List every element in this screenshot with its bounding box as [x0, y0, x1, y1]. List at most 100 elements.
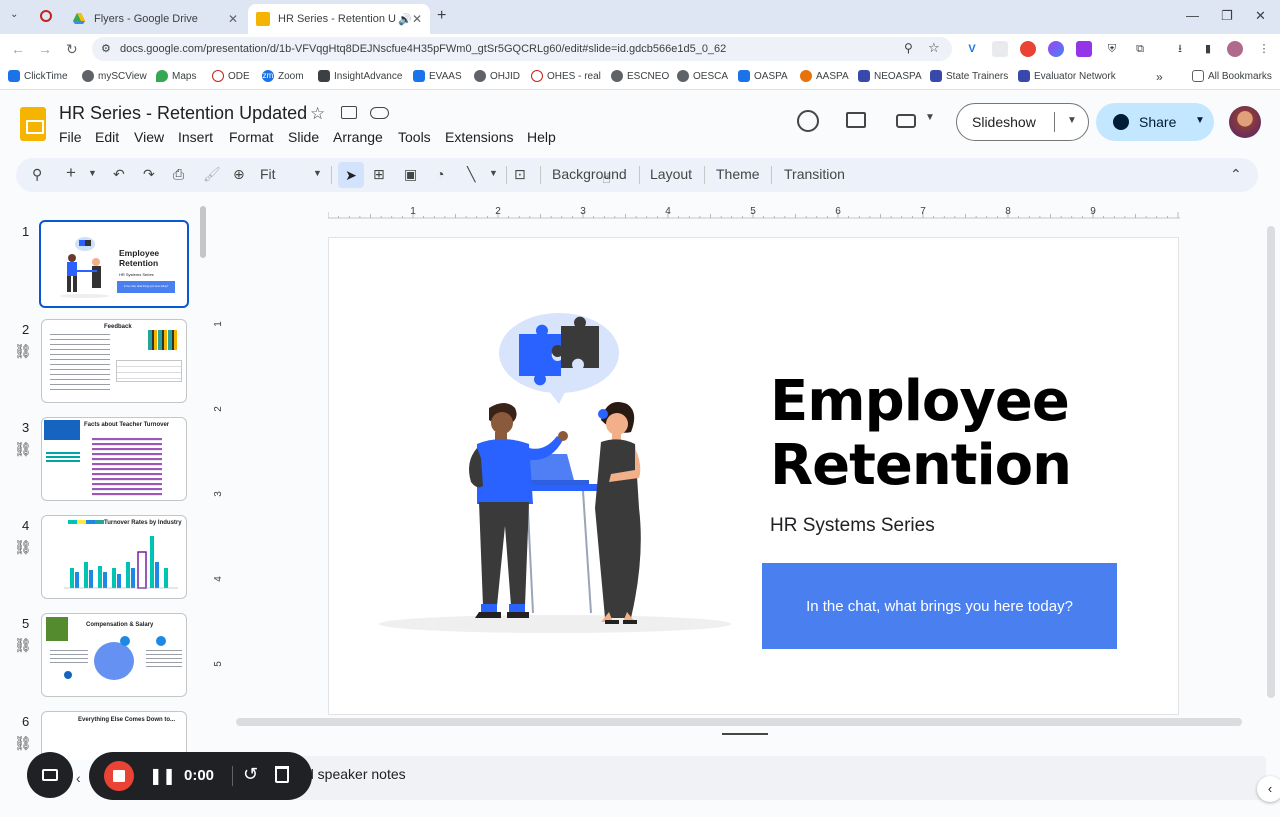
redo-icon[interactable]: ↷ [143, 166, 155, 183]
notes-resize-handle[interactable] [722, 733, 768, 735]
zoom-icon[interactable]: ⊕ [233, 166, 245, 183]
bookmark-zoom[interactable]: zm Zoom [262, 70, 304, 82]
meet-camera-icon[interactable] [896, 114, 916, 128]
version-history-icon[interactable] [797, 110, 819, 132]
slides-logo-icon[interactable] [20, 107, 46, 141]
tab-search-chevron-icon[interactable]: ⌄ [10, 9, 18, 20]
bookmark-ode[interactable]: ODE [212, 70, 250, 82]
download-icon[interactable]: ⭳ [1172, 41, 1188, 57]
line-dropdown-icon[interactable]: ▼ [489, 168, 498, 178]
bookmark-myscview[interactable]: mySCView [82, 70, 147, 82]
bookmark-escneo[interactable]: ESCNEO [611, 70, 669, 82]
slide-thumbnail-5[interactable]: Compensation & Salary [41, 613, 187, 697]
insert-image-icon[interactable]: ▣ [404, 166, 417, 183]
minimize-icon[interactable]: — [1186, 8, 1199, 23]
search-menus-icon[interactable]: ⚲ [32, 166, 42, 183]
slide-subtitle[interactable]: HR Systems Series [770, 515, 935, 537]
bookmark-insightadvance[interactable]: InsightAdvance [318, 70, 402, 82]
more-bookmarks-icon[interactable]: » [1156, 70, 1163, 84]
zoom-icon[interactable]: ⚲ [904, 41, 913, 55]
menu-extensions[interactable]: Extensions [445, 129, 513, 145]
bookmark-evaas[interactable]: EVAAS [413, 70, 462, 82]
menu-help[interactable]: Help [527, 129, 556, 145]
side-panel-toggle-icon[interactable]: ‹ [1257, 776, 1280, 802]
menu-insert[interactable]: Insert [178, 129, 213, 145]
back-arrow-icon[interactable]: ← [11, 41, 25, 57]
speaker-notes-area[interactable]: d speaker notes [226, 756, 1266, 800]
side-panel-icon[interactable]: ▮ [1200, 41, 1216, 57]
url-input[interactable]: ⚙ docs.google.com/presentation/d/1b-VFVq… [92, 37, 952, 61]
bookmark-clicktime[interactable]: ClickTime [8, 70, 68, 82]
theme-button[interactable]: Theme [716, 166, 760, 182]
print-icon[interactable]: ⎙ [173, 166, 184, 183]
tab-flyers-google-drive[interactable]: Flyers - Google Drive ✕ [64, 4, 246, 34]
horizontal-scrollbar[interactable] [236, 718, 1242, 726]
slide-canvas[interactable]: Employee Retention HR Systems Series In … [329, 238, 1178, 714]
menu-view[interactable]: View [134, 129, 164, 145]
linked-slide-icon[interactable]: ⛓ [14, 441, 32, 458]
share-dropdown-icon[interactable]: ▼ [1195, 115, 1205, 126]
profile-avatar-icon[interactable] [1227, 41, 1243, 57]
slideshow-button[interactable]: Slideshow ▼ [956, 103, 1089, 141]
recorder-collapse-icon[interactable]: ‹ [76, 770, 81, 786]
extension-red-icon[interactable] [1020, 41, 1036, 57]
zoom-dropdown-icon[interactable]: ▼ [313, 168, 322, 178]
vertical-scrollbar[interactable] [1267, 226, 1275, 698]
all-bookmarks[interactable]: All Bookmarks [1192, 70, 1272, 82]
extension-purple-icon[interactable] [1076, 41, 1092, 57]
shape-icon[interactable]: ◔ [436, 166, 444, 182]
new-tab-icon[interactable]: + [437, 7, 446, 25]
add-comment-icon[interactable]: ⊡ [514, 166, 526, 183]
linked-slide-icon[interactable]: ⛓ [14, 637, 32, 654]
bookmark-evaluator-network[interactable]: Evaluator Network [1018, 70, 1116, 82]
bookmark-ohjid[interactable]: OHJID [474, 70, 520, 82]
recorder-camera-button[interactable] [27, 752, 73, 798]
paint-format-icon[interactable]: 🖌 [203, 166, 221, 183]
audio-playing-icon[interactable]: 🔊 [398, 13, 412, 26]
bookmark-ohes-real[interactable]: OHES - real [531, 70, 601, 82]
vertical-ruler[interactable]: 1 2 3 4 5 [210, 238, 226, 714]
delete-trash-icon[interactable] [275, 766, 289, 783]
bookmark-aaspa[interactable]: AASPA [800, 70, 849, 82]
linked-slide-icon[interactable]: ⛓ [14, 343, 32, 360]
bookmark-oesca[interactable]: OESCA [677, 70, 728, 82]
undo-icon[interactable]: ↶ [113, 166, 125, 183]
horizontal-ruler[interactable]: 1 2 3 4 5 6 7 8 9 [328, 204, 1180, 220]
recording-indicator-icon[interactable] [40, 10, 52, 22]
menu-slide[interactable]: Slide [288, 129, 319, 145]
close-tab-icon[interactable]: ✕ [228, 12, 238, 26]
extension-shield-icon[interactable]: ⛨ [1104, 41, 1120, 57]
new-slide-dropdown-icon[interactable]: ▼ [88, 168, 97, 178]
slide-thumbnail-4[interactable]: Turnover Rates by Industry [41, 515, 187, 599]
extension-color-icon[interactable] [1048, 41, 1064, 57]
comments-icon[interactable] [846, 112, 866, 128]
menu-file[interactable]: File [59, 129, 82, 145]
linked-slide-icon[interactable]: ⛓ [14, 735, 32, 752]
transition-button[interactable]: Transition [784, 166, 845, 182]
layout-button[interactable]: Layout [650, 166, 692, 182]
collapse-toolbar-icon[interactable]: ⌃ [1230, 166, 1242, 183]
move-folder-icon[interactable] [341, 106, 357, 119]
zoom-select[interactable]: Fit [260, 166, 276, 182]
bookmark-oaspa[interactable]: OASPA [738, 70, 788, 82]
share-button[interactable]: Share ▼ [1096, 103, 1214, 141]
account-avatar[interactable] [1229, 106, 1261, 138]
stop-recording-button[interactable] [104, 761, 134, 791]
filmstrip-scrollbar[interactable] [200, 206, 206, 258]
slide-thumbnail-2[interactable]: Feedback [41, 319, 187, 403]
text-box-icon[interactable]: ⊞ [373, 166, 385, 183]
background-button[interactable]: Background [552, 166, 627, 182]
extension-v-icon[interactable]: V [964, 41, 980, 57]
pause-icon[interactable]: ❚❚ [149, 766, 176, 786]
star-icon[interactable]: ☆ [310, 104, 325, 124]
menu-arrange[interactable]: Arrange [333, 129, 383, 145]
window-close-icon[interactable]: ✕ [1255, 8, 1266, 24]
slide-thumbnail-1[interactable]: Employee Retention HR Systems Series In … [39, 220, 189, 308]
forward-arrow-icon[interactable]: → [38, 41, 52, 57]
document-title[interactable]: HR Series - Retention Updated [59, 103, 307, 124]
menu-format[interactable]: Format [229, 129, 273, 145]
extensions-puzzle-icon[interactable]: ⧉ [1132, 41, 1148, 57]
close-tab-icon[interactable]: ✕ [412, 12, 422, 26]
bookmark-state-trainers[interactable]: State Trainers [930, 70, 1008, 82]
new-slide-icon[interactable]: + [66, 163, 76, 183]
